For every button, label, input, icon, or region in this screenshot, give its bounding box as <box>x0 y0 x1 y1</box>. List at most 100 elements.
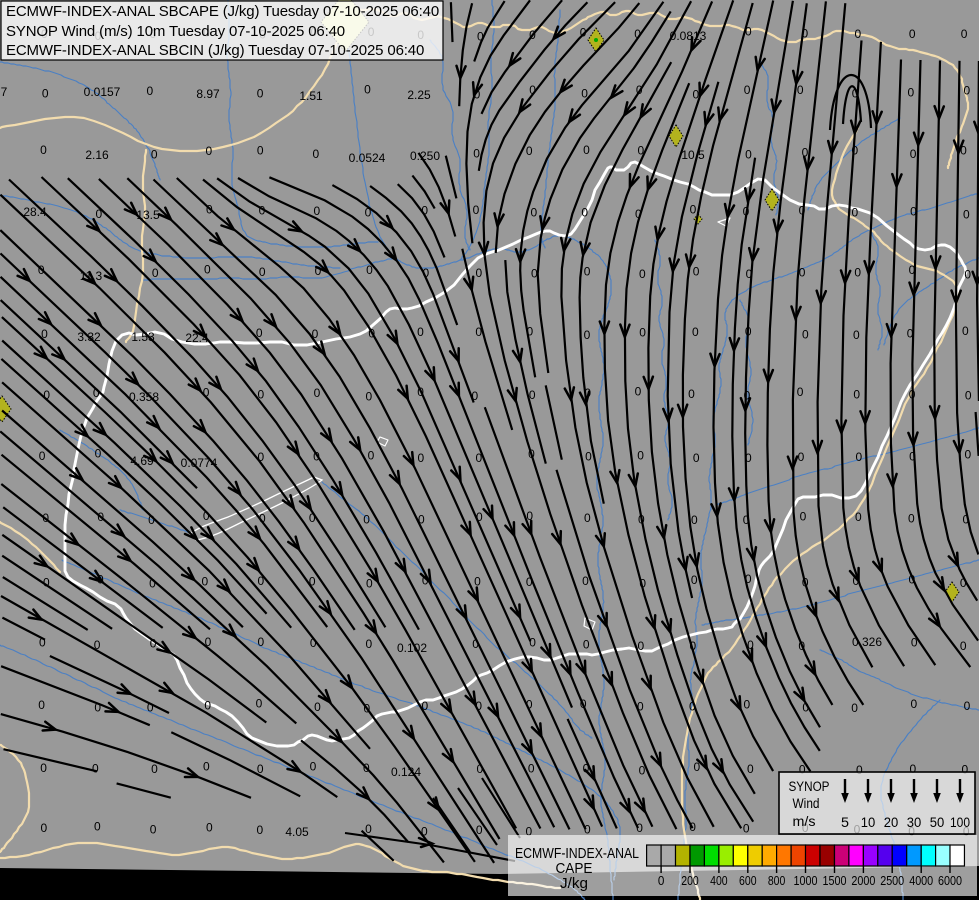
svg-text:0: 0 <box>203 509 210 523</box>
svg-text:0: 0 <box>638 639 645 653</box>
svg-text:0: 0 <box>798 639 805 653</box>
svg-text:0: 0 <box>963 207 970 221</box>
svg-text:0: 0 <box>689 639 696 653</box>
svg-text:0: 0 <box>907 326 914 340</box>
svg-text:0: 0 <box>853 388 860 402</box>
svg-text:SYNOP: SYNOP <box>789 779 830 794</box>
svg-text:0: 0 <box>43 388 50 402</box>
svg-text:0: 0 <box>639 576 646 590</box>
svg-text:0: 0 <box>256 697 263 711</box>
svg-text:0: 0 <box>477 29 484 43</box>
svg-text:0: 0 <box>475 699 482 713</box>
svg-text:0: 0 <box>258 450 265 464</box>
svg-text:0: 0 <box>364 83 371 97</box>
svg-text:0: 0 <box>97 573 104 587</box>
svg-text:0: 0 <box>151 762 158 776</box>
svg-text:0: 0 <box>639 326 646 340</box>
svg-text:0: 0 <box>581 86 588 100</box>
svg-text:0: 0 <box>259 204 266 218</box>
svg-text:0: 0 <box>585 450 592 464</box>
svg-text:0: 0 <box>531 267 538 281</box>
svg-text:0: 0 <box>856 450 863 464</box>
svg-text:0: 0 <box>313 450 320 464</box>
svg-text:0: 0 <box>744 83 751 97</box>
svg-text:0: 0 <box>40 761 47 775</box>
svg-text:0: 0 <box>42 511 49 525</box>
svg-text:0: 0 <box>584 264 591 278</box>
svg-text:0: 0 <box>526 144 533 158</box>
svg-text:1.53: 1.53 <box>131 330 155 344</box>
svg-text:0: 0 <box>744 389 751 403</box>
svg-text:0: 0 <box>418 513 425 527</box>
svg-text:2.25: 2.25 <box>407 88 431 102</box>
svg-text:0: 0 <box>203 759 210 773</box>
svg-text:0: 0 <box>580 25 587 39</box>
svg-text:22.4: 22.4 <box>185 331 209 345</box>
svg-text:0: 0 <box>853 574 860 588</box>
svg-text:0: 0 <box>637 448 644 462</box>
svg-text:0: 0 <box>526 325 533 339</box>
svg-text:2500: 2500 <box>880 874 904 888</box>
svg-text:0: 0 <box>960 144 967 158</box>
svg-text:0: 0 <box>422 699 429 713</box>
svg-text:0: 0 <box>636 821 643 835</box>
svg-text:0: 0 <box>961 27 968 41</box>
svg-text:0: 0 <box>92 762 99 776</box>
svg-text:0: 0 <box>38 263 45 277</box>
svg-text:0: 0 <box>855 510 862 524</box>
svg-text:0: 0 <box>417 385 424 399</box>
svg-text:0: 0 <box>582 574 589 588</box>
svg-text:400: 400 <box>710 874 728 888</box>
svg-text:0: 0 <box>584 386 591 400</box>
svg-text:0: 0 <box>962 513 969 527</box>
svg-text:0: 0 <box>94 701 101 715</box>
svg-text:4.69: 4.69 <box>130 454 154 468</box>
svg-text:0: 0 <box>636 83 643 97</box>
svg-text:0: 0 <box>259 511 266 525</box>
svg-text:0: 0 <box>95 447 102 461</box>
svg-text:0: 0 <box>690 203 697 217</box>
svg-text:0: 0 <box>635 207 642 221</box>
svg-text:800: 800 <box>768 874 786 888</box>
svg-text:0: 0 <box>314 700 321 714</box>
svg-text:0.358: 0.358 <box>129 390 159 404</box>
svg-text:0: 0 <box>743 205 750 219</box>
svg-text:0: 0 <box>257 144 264 158</box>
svg-text:0.0157: 0.0157 <box>84 85 121 99</box>
svg-text:0: 0 <box>256 326 263 340</box>
svg-text:0: 0 <box>366 389 373 403</box>
svg-text:0: 0 <box>94 638 101 652</box>
svg-text:0: 0 <box>745 147 752 161</box>
svg-text:0: 0 <box>964 448 971 462</box>
svg-text:0: 0 <box>473 203 480 217</box>
svg-text:2.16: 2.16 <box>85 148 109 162</box>
svg-text:0: 0 <box>40 821 47 835</box>
svg-text:0: 0 <box>41 327 48 341</box>
svg-text:0: 0 <box>743 821 750 835</box>
svg-text:0: 0 <box>258 635 265 649</box>
svg-text:0: 0 <box>528 447 535 461</box>
svg-text:0: 0 <box>909 388 916 402</box>
svg-text:4000: 4000 <box>909 874 933 888</box>
svg-text:0: 0 <box>529 83 536 97</box>
svg-text:0: 0 <box>257 388 264 402</box>
svg-text:0.102: 0.102 <box>397 641 427 655</box>
svg-text:0.0774: 0.0774 <box>181 456 218 470</box>
svg-text:0: 0 <box>203 386 210 400</box>
svg-text:0: 0 <box>309 511 316 525</box>
svg-text:0: 0 <box>150 636 157 650</box>
svg-text:0: 0 <box>639 763 646 777</box>
svg-text:0: 0 <box>583 638 590 652</box>
svg-text:20: 20 <box>884 815 899 830</box>
svg-text:0: 0 <box>365 822 372 836</box>
svg-text:0: 0 <box>854 265 861 279</box>
svg-text:0: 0 <box>312 327 319 341</box>
svg-text:0.326: 0.326 <box>852 635 882 649</box>
svg-text:0: 0 <box>257 574 264 588</box>
svg-text:0: 0 <box>93 386 100 400</box>
svg-text:0: 0 <box>693 87 700 101</box>
svg-text:0: 0 <box>580 697 587 711</box>
svg-text:0: 0 <box>314 204 321 218</box>
svg-text:0: 0 <box>743 697 750 711</box>
svg-text:0: 0 <box>743 513 750 527</box>
